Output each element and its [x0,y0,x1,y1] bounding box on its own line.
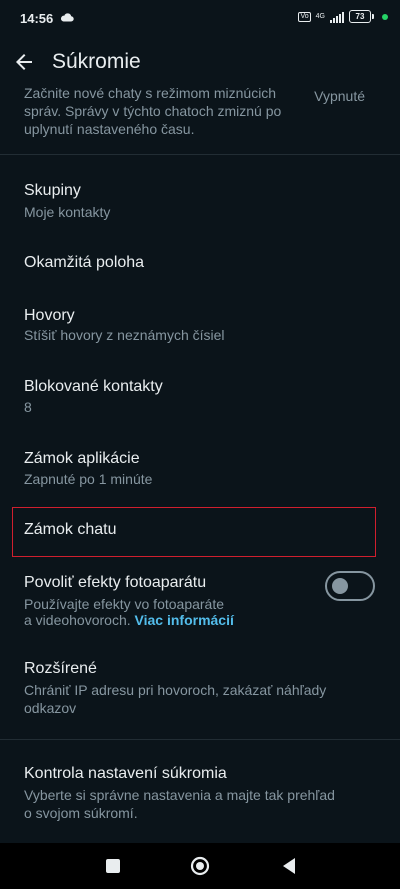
setting-blocked-contacts[interactable]: Blokované kontakty 8 [0,368,400,428]
setting-title: Hovory [24,307,75,324]
cloud-icon [60,13,74,22]
setting-app-lock[interactable]: Zámok aplikácie Zapnuté po 1 minúte [0,440,400,500]
setting-subtitle: Vyberte si správne nastavenia a majte ta… [24,787,335,821]
setting-chat-lock[interactable]: Zámok chatu [0,512,400,552]
setting-calls[interactable]: Hovory Stíšiť hovory z neznámych čísiel [0,297,400,357]
setting-privacy-checkup[interactable]: Kontrola nastavení súkromia Vyberte si s… [0,755,400,825]
setting-subtitle: Zapnuté po 1 minúte [24,471,153,487]
setting-title: Kontrola nastavení súkromia [24,765,227,782]
setting-subtitle: 8 [24,399,32,415]
battery-icon: 73 [349,10,374,23]
page-title: Súkromie [52,50,141,73]
setting-subtitle: Moje kontakty [24,204,111,220]
home-circle-icon[interactable] [190,856,210,876]
divider [0,154,400,155]
setting-subtitle-line2: a videohovoroch. Viac informácií [24,612,234,628]
battery-level: 73 [349,10,371,23]
setting-title: Zámok aplikácie [24,450,140,467]
setting-title: Skupiny [24,182,81,199]
status-time: 14:56 [20,11,54,26]
setting-title: Blokované kontakty [24,378,163,395]
setting-title: Povoliť efekty fotoaparátu [24,574,207,591]
setting-groups[interactable]: Skupiny Moje kontakty [0,172,400,232]
setting-subtitle: Stíšiť hovory z neznámych čísiel [24,327,225,343]
setting-title: Rozšírené [24,660,97,677]
status-bar: 14:56 Vo 4G 73 [0,0,400,36]
status-icons: Vo 4G 73 [298,10,388,23]
setting-live-location[interactable]: Okamžitá poloha [0,244,400,284]
disappearing-messages-value: Vypnuté [314,88,365,104]
volte-icon: Vo [298,11,311,22]
signal-icon [330,11,344,23]
back-triangle-icon[interactable] [281,857,297,875]
setting-advanced[interactable]: Rozšírené Chrániť IP adresu pri hovoroch… [0,650,400,720]
app-bar: Súkromie [0,36,400,90]
divider [0,739,400,740]
camera-effects-toggle[interactable] [325,571,375,601]
system-nav-bar [0,843,400,889]
arrow-back-icon[interactable] [12,50,36,74]
setting-subtitle: Chrániť IP adresu pri hovoroch, zakázať … [24,682,327,716]
setting-title: Okamžitá poloha [24,254,145,271]
learn-more-link[interactable]: Viac informácií [135,612,234,628]
recents-square-icon[interactable] [106,859,120,873]
disappearing-messages-subtitle[interactable]: Začnite nové chaty s režimom miznúcich s… [24,84,294,138]
network-type-label: 4G [315,13,325,20]
privacy-dot-icon [382,13,388,20]
setting-title: Zámok chatu [24,521,117,538]
toggle-knob [332,578,348,594]
